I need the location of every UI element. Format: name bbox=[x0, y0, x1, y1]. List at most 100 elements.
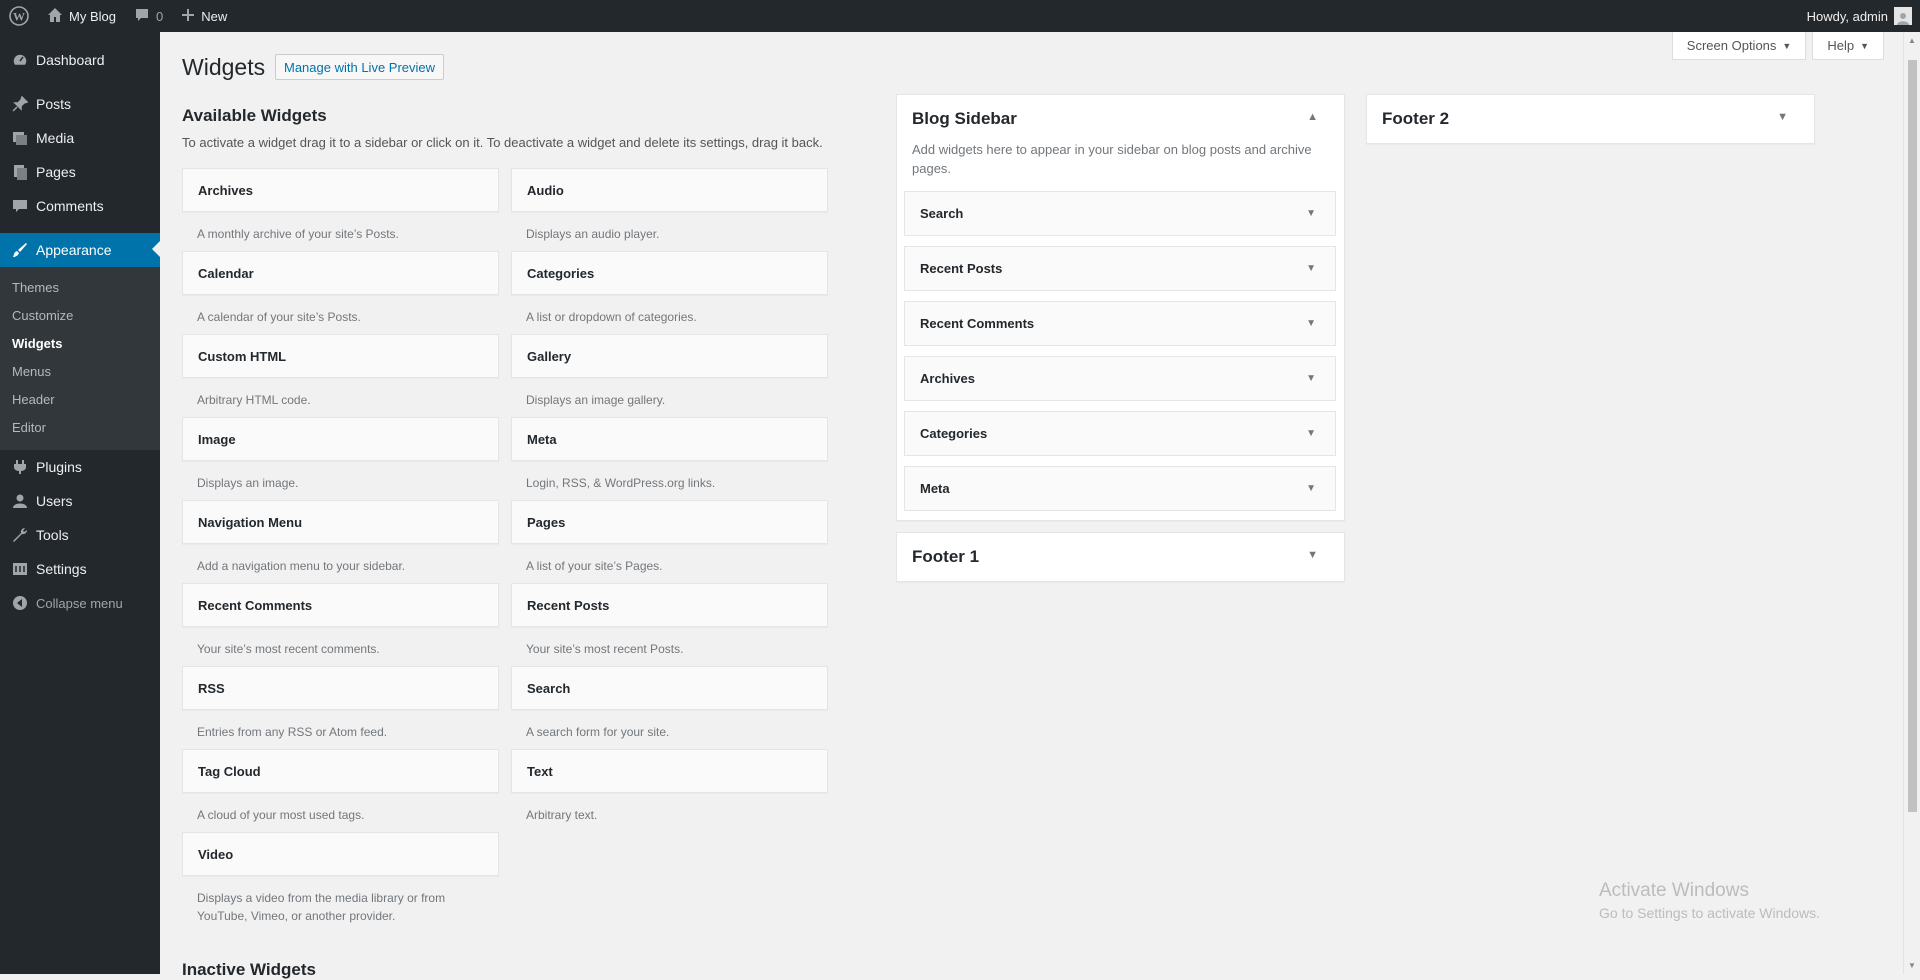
sidebar-widget-search[interactable]: Search ▼ bbox=[904, 191, 1336, 236]
footer-2-area[interactable]: Footer 2 ▼ bbox=[1366, 94, 1815, 144]
widget-recent-posts[interactable]: Recent Posts bbox=[511, 583, 828, 627]
menu-pages[interactable]: Pages bbox=[0, 155, 160, 189]
widget-description: Displays an audio player. bbox=[526, 227, 660, 241]
collapse-up-icon[interactable]: ▲ bbox=[1307, 111, 1318, 123]
menu-posts-label: Posts bbox=[36, 96, 72, 112]
submenu-widgets[interactable]: Widgets bbox=[0, 330, 160, 358]
pushpin-icon bbox=[10, 94, 30, 114]
menu-media[interactable]: Media bbox=[0, 121, 160, 155]
screen-options-button[interactable]: Screen Options ▼ bbox=[1671, 32, 1807, 60]
menu-plugins[interactable]: Plugins bbox=[0, 450, 160, 484]
expand-down-icon[interactable]: ▼ bbox=[1306, 208, 1316, 219]
widget-audio[interactable]: Audio bbox=[511, 168, 828, 212]
expand-down-icon[interactable]: ▼ bbox=[1777, 111, 1788, 123]
expand-down-icon[interactable]: ▼ bbox=[1306, 263, 1316, 274]
widget-description: A calendar of your site’s Posts. bbox=[197, 310, 361, 324]
new-content-link[interactable]: New bbox=[172, 0, 236, 32]
sidebar-widget-title: Meta bbox=[920, 481, 950, 496]
widget-description: Entries from any RSS or Atom feed. bbox=[197, 725, 388, 739]
widget-custom-html[interactable]: Custom HTML bbox=[182, 334, 499, 378]
widget-navigation-menu[interactable]: Navigation Menu bbox=[182, 500, 499, 544]
menu-settings[interactable]: Settings bbox=[0, 552, 160, 586]
collapse-menu-button[interactable]: Collapse menu bbox=[0, 586, 160, 620]
expand-down-icon[interactable]: ▼ bbox=[1306, 373, 1316, 384]
help-button[interactable]: Help ▼ bbox=[1812, 32, 1884, 60]
menu-plugins-label: Plugins bbox=[36, 459, 82, 475]
menu-dashboard[interactable]: Dashboard bbox=[0, 43, 160, 77]
submenu-themes[interactable]: Themes bbox=[0, 274, 160, 302]
expand-down-icon[interactable]: ▼ bbox=[1306, 483, 1316, 494]
menu-comments-label: Comments bbox=[36, 198, 104, 214]
widget-pages[interactable]: Pages bbox=[511, 500, 828, 544]
submenu-header[interactable]: Header bbox=[0, 386, 160, 414]
menu-tools[interactable]: Tools bbox=[0, 518, 160, 552]
widget-recent-comments[interactable]: Recent Comments bbox=[182, 583, 499, 627]
menu-appearance[interactable]: Appearance bbox=[0, 233, 160, 267]
svg-text:W: W bbox=[13, 10, 25, 24]
sidebar-widget-meta[interactable]: Meta ▼ bbox=[904, 466, 1336, 511]
comments-icon bbox=[10, 196, 30, 216]
caret-down-icon: ▼ bbox=[1860, 40, 1869, 51]
footer-1-area[interactable]: Footer 1 ▼ bbox=[896, 532, 1345, 582]
sidebar-widget-recent-comments[interactable]: Recent Comments ▼ bbox=[904, 301, 1336, 346]
expand-down-icon[interactable]: ▼ bbox=[1307, 549, 1318, 561]
comments-link[interactable]: 0 bbox=[125, 0, 172, 32]
scroll-up-icon[interactable]: ▲ bbox=[1908, 36, 1916, 45]
sidebar-widget-title: Categories bbox=[920, 426, 988, 441]
sidebar-widget-recent-posts[interactable]: Recent Posts ▼ bbox=[904, 246, 1336, 291]
submenu-editor[interactable]: Editor bbox=[0, 414, 160, 442]
widget-search[interactable]: Search bbox=[511, 666, 828, 710]
menu-users[interactable]: Users bbox=[0, 484, 160, 518]
screen-options-label: Screen Options bbox=[1686, 38, 1777, 53]
widget-description: Arbitrary text. bbox=[526, 808, 598, 822]
manage-live-preview-button[interactable]: Manage with Live Preview bbox=[275, 54, 445, 80]
collapse-menu-label: Collapse menu bbox=[36, 595, 123, 611]
help-label: Help bbox=[1827, 38, 1855, 53]
main-content: Screen Options ▼ Help ▼ Widgets Manage w… bbox=[160, 32, 1920, 979]
activate-windows-subtitle: Go to Settings to activate Windows. bbox=[1599, 905, 1820, 921]
widget-meta[interactable]: Meta bbox=[511, 417, 828, 461]
home-icon bbox=[47, 7, 63, 26]
vertical-scrollbar[interactable]: ▲ ▼ bbox=[1903, 32, 1920, 974]
widget-categories[interactable]: Categories bbox=[511, 251, 828, 295]
widget-description: Add a navigation menu to your sidebar. bbox=[197, 559, 406, 573]
widget-image[interactable]: Image bbox=[182, 417, 499, 461]
new-label: New bbox=[201, 8, 228, 24]
widget-text[interactable]: Text bbox=[511, 749, 828, 793]
menu-comments[interactable]: Comments bbox=[0, 189, 160, 223]
paintbrush-icon bbox=[10, 240, 30, 260]
media-icon bbox=[10, 128, 30, 148]
widget-video[interactable]: Video bbox=[182, 832, 499, 876]
widget-rss[interactable]: RSS bbox=[182, 666, 499, 710]
widget-description: Arbitrary HTML code. bbox=[197, 393, 311, 407]
widget-description: A cloud of your most used tags. bbox=[197, 808, 365, 822]
site-name-link[interactable]: My Blog bbox=[38, 0, 125, 32]
sidebar-widget-title: Search bbox=[920, 206, 964, 221]
menu-users-label: Users bbox=[36, 493, 73, 509]
submenu-menus[interactable]: Menus bbox=[0, 358, 160, 386]
menu-appearance-label: Appearance bbox=[36, 242, 112, 258]
submenu-customize[interactable]: Customize bbox=[0, 302, 160, 330]
blog-sidebar-description: Add widgets here to appear in your sideb… bbox=[912, 142, 1312, 176]
footer-2-title: Footer 2 bbox=[1382, 109, 1450, 128]
scrollbar-thumb[interactable] bbox=[1908, 60, 1917, 812]
sidebar-widget-archives[interactable]: Archives ▼ bbox=[904, 356, 1336, 401]
menu-posts[interactable]: Posts bbox=[0, 87, 160, 121]
widget-tag-cloud[interactable]: Tag Cloud bbox=[182, 749, 499, 793]
scroll-down-icon[interactable]: ▼ bbox=[1908, 961, 1916, 970]
blog-sidebar-area: Blog Sidebar ▲ Add widgets here to appea… bbox=[896, 94, 1345, 521]
sidebar-widget-categories[interactable]: Categories ▼ bbox=[904, 411, 1336, 456]
widget-calendar[interactable]: Calendar bbox=[182, 251, 499, 295]
widget-archives[interactable]: Archives bbox=[182, 168, 499, 212]
sidebar-widget-title: Recent Posts bbox=[920, 261, 1003, 276]
caret-down-icon: ▼ bbox=[1782, 40, 1792, 51]
howdy-text: Howdy, admin bbox=[1806, 8, 1888, 24]
wordpress-logo-icon[interactable]: W bbox=[0, 0, 38, 32]
blog-sidebar-title[interactable]: Blog Sidebar bbox=[912, 109, 1017, 129]
widget-description: Login, RSS, & WordPress.org links. bbox=[526, 476, 716, 490]
widget-description: Your site’s most recent comments. bbox=[197, 642, 380, 656]
widget-gallery[interactable]: Gallery bbox=[511, 334, 828, 378]
expand-down-icon[interactable]: ▼ bbox=[1306, 318, 1316, 329]
expand-down-icon[interactable]: ▼ bbox=[1306, 428, 1316, 439]
my-account-link[interactable]: Howdy, admin bbox=[1798, 0, 1920, 32]
